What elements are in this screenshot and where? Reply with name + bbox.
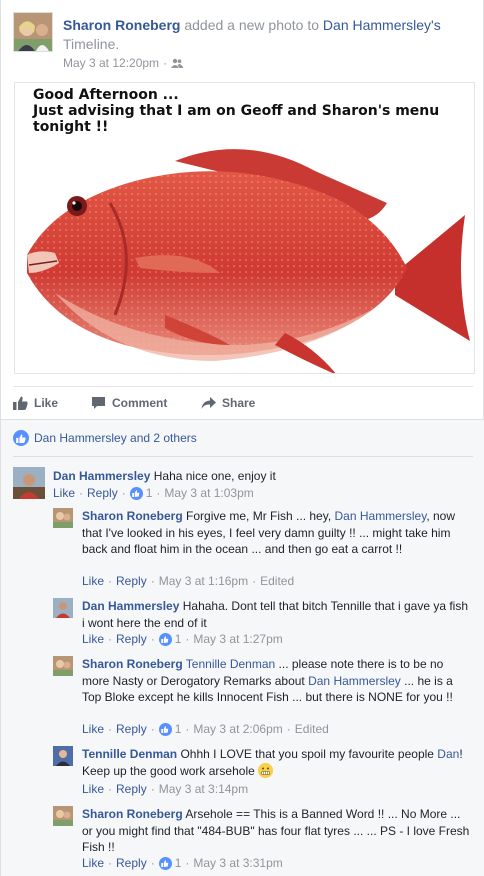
commenter-avatar[interactable] xyxy=(53,598,73,618)
comment-like-count[interactable]: 1 xyxy=(175,856,182,870)
edited-label[interactable]: Edited xyxy=(295,722,329,736)
comments-section: Dan Hammersley and 2 others Dan Hammersl… xyxy=(1,419,484,876)
facebook-post: Sharon Roneberg added a new photo to Dan… xyxy=(0,0,484,876)
reply-item: Sharon Roneberg Arsehole == This is a Ba… xyxy=(53,806,473,876)
comment-meta: Like · Reply · 1 · May 3 at 3:31pm xyxy=(82,856,283,870)
comment-timestamp[interactable]: May 3 at 1:16pm xyxy=(159,574,248,588)
edited-label[interactable]: Edited xyxy=(260,574,294,588)
share-button[interactable]: Share xyxy=(201,396,255,410)
comment-timestamp[interactable]: May 3 at 2:06pm xyxy=(193,722,282,736)
post-photo[interactable]: Good Afternoon ... Just advising that I … xyxy=(14,82,475,374)
comment-meta: Like · Reply · 1 · May 3 at 1:27pm xyxy=(82,632,283,646)
comment-meta: Like · Reply · May 3 at 3:14pm xyxy=(82,782,249,796)
reply-item: Tennille Denman Ohhh I LOVE that you spo… xyxy=(53,746,473,798)
comment-timestamp[interactable]: May 3 at 3:31pm xyxy=(193,856,282,870)
comment-item: Dan Hammersley Haha nice one, enjoy it L… xyxy=(13,467,473,507)
comment-author-link[interactable]: Sharon Roneberg xyxy=(82,657,183,671)
commenter-avatar[interactable] xyxy=(53,806,73,826)
comment-author-link[interactable]: Sharon Roneberg xyxy=(82,807,183,821)
like-reaction-icon xyxy=(13,430,29,446)
comment-text: Sharon Roneberg Tennille Denman ... plea… xyxy=(82,657,453,704)
comment-reply-link[interactable]: Reply xyxy=(87,486,118,500)
post-header-text: Sharon Roneberg added a new photo to Dan… xyxy=(63,16,463,54)
comment-author-link[interactable]: Tennille Denman xyxy=(82,747,177,761)
header-verb: added a new photo to xyxy=(180,17,323,33)
comment-text: Dan Hammersley Hahaha. Dont tell that bi… xyxy=(82,599,469,630)
comment-like-count[interactable]: 1 xyxy=(175,632,182,646)
comment-like-count[interactable]: 1 xyxy=(175,722,182,736)
comment-reply-link[interactable]: Reply xyxy=(116,856,147,870)
reply-item: Dan Hammersley Hahaha. Dont tell that bi… xyxy=(53,598,473,650)
comment-like-link[interactable]: Like xyxy=(82,722,104,736)
comment-like-link[interactable]: Like xyxy=(82,856,104,870)
commenter-avatar[interactable] xyxy=(53,656,73,676)
comment-timestamp[interactable]: May 3 at 1:03pm xyxy=(164,486,253,500)
comment-reply-link[interactable]: Reply xyxy=(116,722,147,736)
mention-link[interactable]: Dan Hammersley xyxy=(335,509,427,523)
comment-timestamp[interactable]: May 3 at 3:14pm xyxy=(159,782,248,796)
comment-text: Sharon Roneberg Arsehole == This is a Ba… xyxy=(82,807,470,854)
comment-bubble-icon xyxy=(92,397,105,409)
reply-item: Sharon Roneberg Forgive me, Mr Fish ... … xyxy=(53,508,473,594)
mention-link[interactable]: Tennille Denman xyxy=(183,657,275,671)
post-action-bar: Like Comment Share xyxy=(13,388,473,418)
grimacing-emoji-icon xyxy=(258,762,274,778)
like-reaction-icon xyxy=(158,632,172,646)
comment-like-link[interactable]: Like xyxy=(53,486,75,500)
like-reaction-icon xyxy=(158,722,172,736)
target-profile-link[interactable]: Dan Hammersley's xyxy=(323,17,441,33)
author-name-link[interactable]: Sharon Roneberg xyxy=(63,17,180,33)
comment-meta: Like · Reply · May 3 at 1:16pm · Edited xyxy=(82,574,295,588)
like-reaction-icon xyxy=(129,486,143,500)
comment-timestamp[interactable]: May 3 at 1:27pm xyxy=(193,632,282,646)
comment-author-link[interactable]: Dan Hammersley xyxy=(82,599,179,613)
commenter-avatar[interactable] xyxy=(53,746,73,766)
mention-link[interactable]: Dan xyxy=(437,747,459,761)
comment-like-link[interactable]: Like xyxy=(82,632,104,646)
comment-text: Sharon Roneberg Forgive me, Mr Fish ... … xyxy=(82,509,455,556)
header-target-suffix: Timeline. xyxy=(63,36,120,52)
reply-item: Sharon Roneberg Tennille Denman ... plea… xyxy=(53,656,473,738)
comment-like-count[interactable]: 1 xyxy=(146,486,153,500)
post-header: Sharon Roneberg added a new photo to Dan… xyxy=(13,12,473,72)
comment-like-link[interactable]: Like xyxy=(82,574,104,588)
commenter-avatar[interactable] xyxy=(53,508,73,528)
post-timestamp[interactable]: May 3 at 12:20pm xyxy=(63,56,159,70)
like-button-label: Like xyxy=(34,396,59,410)
like-reaction-icon xyxy=(158,856,172,870)
comment-reply-link[interactable]: Reply xyxy=(116,782,147,796)
commenter-avatar[interactable] xyxy=(13,467,45,499)
comment-button-label: Comment xyxy=(112,396,168,410)
friends-audience-icon[interactable] xyxy=(171,58,184,68)
comment-author-link[interactable]: Sharon Roneberg xyxy=(82,509,183,523)
mention-link[interactable]: Dan Hammersley xyxy=(308,674,401,688)
share-arrow-icon xyxy=(201,397,216,409)
comment-reply-link[interactable]: Reply xyxy=(116,632,147,646)
red-snapper-fish-image xyxy=(27,149,470,373)
comment-like-link[interactable]: Like xyxy=(82,782,104,796)
like-button[interactable]: Like xyxy=(13,396,91,410)
comment-text: Dan Hammersley Haha nice one, enjoy it xyxy=(53,469,276,483)
author-avatar[interactable] xyxy=(13,12,53,52)
comment-author-link[interactable]: Dan Hammersley xyxy=(53,469,150,483)
post-meta: May 3 at 12:20pm · xyxy=(63,56,184,70)
comment-meta: Like · Reply · 1 · May 3 at 2:06pm · Edi… xyxy=(82,722,329,736)
comment-button[interactable]: Comment xyxy=(91,396,201,410)
thumbs-up-icon xyxy=(13,396,28,410)
comment-meta: Like · Reply · 1 · May 3 at 1:03pm xyxy=(53,486,254,500)
comment-reply-link[interactable]: Reply xyxy=(116,574,147,588)
share-button-label: Share xyxy=(222,396,256,410)
likers-text: Dan Hammersley and 2 others xyxy=(34,431,197,445)
comment-text: Tennille Denman Ohhh I LOVE that you spo… xyxy=(82,747,463,778)
likers-summary[interactable]: Dan Hammersley and 2 others xyxy=(13,430,197,446)
